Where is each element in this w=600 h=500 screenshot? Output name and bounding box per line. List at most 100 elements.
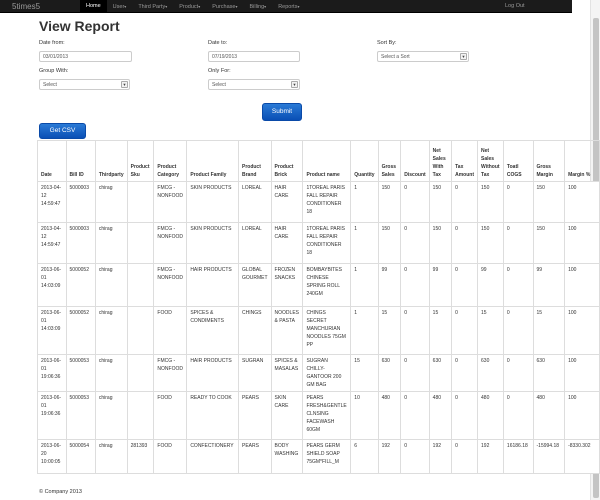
column-header[interactable]: Product Category xyxy=(153,140,188,182)
table-cell: SKIN CARE xyxy=(270,391,304,440)
nav-product[interactable]: Product▾ xyxy=(173,0,206,13)
column-header[interactable]: Product Brand xyxy=(237,140,272,182)
column-header[interactable]: Tax Amount xyxy=(451,140,479,182)
table-cell: 0 xyxy=(451,391,479,440)
table-cell: 0 xyxy=(400,181,430,223)
date-from-input[interactable]: 03/01/2013 xyxy=(39,51,132,62)
table-cell: LOREAL xyxy=(237,181,272,223)
table-cell: 480 xyxy=(377,391,402,440)
column-header[interactable]: Net Sales Without Tax xyxy=(477,140,504,182)
date-to-input[interactable]: 07/19/2013 xyxy=(208,51,300,62)
table-cell: 630 xyxy=(428,354,453,392)
table-cell: 0 xyxy=(502,222,534,264)
table-cell: 99 xyxy=(477,263,504,307)
table-cell xyxy=(126,222,155,264)
table-cell: FMCG - NONFOOD xyxy=(153,263,188,307)
table-cell: PEARS xyxy=(237,439,272,474)
table-cell: 16186.18 xyxy=(502,439,534,474)
report-table: Date Bill ID Thirdparty Product Sku Prod… xyxy=(37,140,600,474)
table-cell: 0 xyxy=(400,263,430,307)
table-cell xyxy=(126,181,155,223)
nav-home[interactable]: Home xyxy=(80,0,107,13)
table-cell: chirag xyxy=(94,181,128,223)
group-with-value: Select xyxy=(43,82,57,88)
table-cell: chirag xyxy=(94,354,128,392)
table-cell: SPICES & CONDIMENTS xyxy=(186,306,239,355)
table-cell: FROZEN SNACKS xyxy=(270,263,304,307)
table-cell: 99 xyxy=(428,263,453,307)
table-cell: 150 xyxy=(377,222,402,264)
column-header[interactable]: Bill ID xyxy=(65,140,96,182)
column-header[interactable]: Margin % xyxy=(564,140,600,182)
table-cell: chirag xyxy=(94,263,128,307)
column-header[interactable]: Quantity xyxy=(350,140,379,182)
logout-link[interactable]: Log Out xyxy=(505,0,525,13)
table-cell: 100 xyxy=(564,391,600,440)
column-header[interactable]: Product Brick xyxy=(270,140,304,182)
table-cell: 150 xyxy=(532,222,566,264)
chevron-down-icon: ▼ xyxy=(291,81,298,88)
table-cell: 0 xyxy=(400,391,430,440)
table-cell: 6 xyxy=(350,439,379,474)
table-cell xyxy=(126,263,155,307)
column-header[interactable]: Discount xyxy=(400,140,430,182)
table-cell: chirag xyxy=(94,306,128,355)
table-cell: GLOBAL GOURMET xyxy=(237,263,272,307)
column-header[interactable]: Gross Sales xyxy=(377,140,402,182)
only-for-select[interactable]: Select ▼ xyxy=(208,79,300,90)
nav-billing[interactable]: Billing▾ xyxy=(243,0,272,13)
table-cell: 0 xyxy=(451,354,479,392)
table-cell xyxy=(126,391,155,440)
column-header[interactable]: Gross Margin xyxy=(532,140,566,182)
table-cell: 150 xyxy=(377,181,402,223)
table-cell: 0 xyxy=(400,439,430,474)
table-cell: 150 xyxy=(532,181,566,223)
table-cell: 281393 xyxy=(126,439,155,474)
nav-billing-label: Billing xyxy=(249,4,265,10)
table-row: 2013-06-01 14:03:09 5000052 chirag FOOD SPIC… xyxy=(37,306,600,355)
table-cell: -15994.18 xyxy=(532,439,566,474)
nav-third-party[interactable]: Third Party▾ xyxy=(132,0,173,13)
table-cell: PEARS GERM SHIELD SOAP 75GM*FILL_M xyxy=(302,439,352,474)
table-cell: 15 xyxy=(377,306,402,355)
nav-reports-label: Reports xyxy=(278,4,298,10)
table-cell: chirag xyxy=(94,222,128,264)
nav-user[interactable]: User▾ xyxy=(107,0,133,13)
table-cell: 5000053 xyxy=(65,354,96,392)
main-nav: Home User▾ Third Party▾ Product▾ Purchas… xyxy=(80,0,305,13)
group-with-select[interactable]: Select ▼ xyxy=(39,79,130,90)
table-cell: 150 xyxy=(428,222,453,264)
table-cell: 10 xyxy=(350,391,379,440)
sort-by-select[interactable]: Select a Sort ▼ xyxy=(377,51,469,62)
get-csv-button[interactable]: Get CSV xyxy=(39,123,86,139)
table-cell: 150 xyxy=(477,222,504,264)
table-cell: 100 xyxy=(564,181,600,223)
table-row: 2013-04-12 14:59:47 5000003 chirag FMCG - N… xyxy=(37,181,600,223)
column-header[interactable]: Toatl COGS xyxy=(502,140,534,182)
table-cell: 99 xyxy=(377,263,402,307)
column-header[interactable]: Product name xyxy=(302,140,352,182)
nav-reports[interactable]: Reports▾ xyxy=(272,0,305,13)
page-title: View Report xyxy=(39,18,120,34)
nav-purchase[interactable]: Purchase▾ xyxy=(206,0,243,13)
table-cell: 5000003 xyxy=(65,222,96,264)
column-header[interactable]: Thirdparty xyxy=(94,140,128,182)
chevron-down-icon: ▾ xyxy=(264,4,267,9)
group-with-label: Group With: xyxy=(39,68,69,74)
table-cell: 0 xyxy=(502,391,534,440)
table-cell: 2013-06-01 14:03:09 xyxy=(37,306,67,355)
table-cell: CHINGS xyxy=(237,306,272,355)
brand-logo[interactable]: 5times5 xyxy=(12,1,40,12)
table-cell: 480 xyxy=(428,391,453,440)
chevron-down-icon: ▾ xyxy=(124,4,127,9)
submit-button[interactable]: Submit xyxy=(262,103,302,121)
column-header[interactable]: Date xyxy=(37,140,67,182)
column-header[interactable]: Net Sales With Tax xyxy=(428,140,453,182)
column-header[interactable]: Product Sku xyxy=(126,140,155,182)
sort-by-label: Sort By: xyxy=(377,40,397,46)
table-cell: 0 xyxy=(451,306,479,355)
table-cell: CHINGS SECRET MANCHURIAN NOODLES 75GM PP xyxy=(302,306,352,355)
table-cell: NOODLES & PASTA xyxy=(270,306,304,355)
column-header[interactable]: Product Family xyxy=(186,140,239,182)
table-cell: SUGRAN xyxy=(237,354,272,392)
